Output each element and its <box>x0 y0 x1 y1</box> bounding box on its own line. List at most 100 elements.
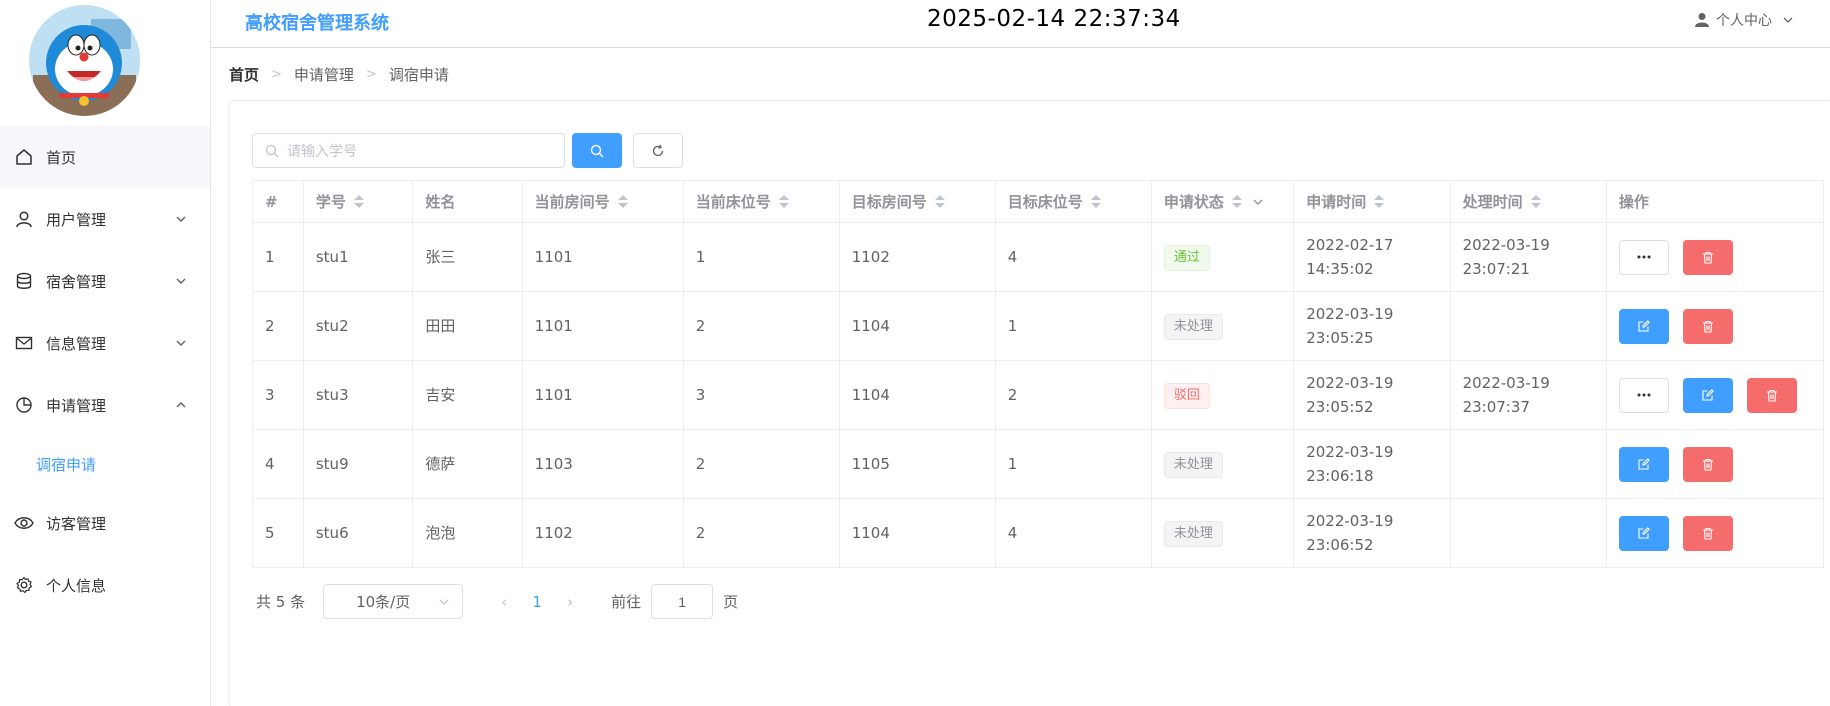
edit-icon <box>1702 389 1714 401</box>
chevron-down-icon <box>1783 17 1793 23</box>
cell-student-id: stu9 <box>303 429 414 499</box>
column-header-student-id[interactable]: 学号 <box>303 180 414 223</box>
edit-button[interactable] <box>1618 308 1669 344</box>
delete-button[interactable] <box>1746 377 1797 413</box>
sidebar-item-label: 首页 <box>46 148 77 167</box>
sidebar-item-dorms[interactable]: 宿舍管理 <box>0 250 210 312</box>
clock-display: 2025-02-14 22:37:34 <box>927 6 1181 32</box>
doraemon-avatar-image <box>29 5 140 116</box>
column-header-index: # <box>252 180 304 223</box>
sidebar-item-applications[interactable]: 申请管理 <box>0 374 210 436</box>
cell-actions <box>1606 222 1825 292</box>
cell-process-time <box>1450 498 1607 568</box>
cell-index: 5 <box>252 498 304 568</box>
search-input[interactable] <box>287 142 547 159</box>
edit-icon <box>1638 320 1650 332</box>
sort-caret-icon[interactable] <box>1374 195 1385 208</box>
edit-icon <box>1638 458 1650 470</box>
cell-current-bed: 2 <box>683 498 840 568</box>
sort-caret-icon[interactable] <box>778 195 789 208</box>
filter-chevron-icon[interactable] <box>1252 196 1264 208</box>
delete-button[interactable] <box>1682 446 1733 482</box>
sidebar-item-profile[interactable]: 个人信息 <box>0 554 210 616</box>
column-header-current-bed[interactable]: 当前床位号 <box>683 180 840 223</box>
refresh-icon <box>652 144 664 156</box>
avatar <box>29 5 140 116</box>
cell-target-bed: 1 <box>995 291 1152 361</box>
reset-button[interactable] <box>633 133 683 168</box>
column-header-process-time[interactable]: 处理时间 <box>1450 180 1607 223</box>
breadcrumb-separator-icon: > <box>365 67 377 82</box>
status-badge: 未处理 <box>1163 520 1223 547</box>
mail-icon <box>14 333 34 353</box>
applications-table: # 学号 姓名 当前房间号 当前床位号 目标房间号 目标床位号 申请状态 申请时… <box>252 180 1825 568</box>
sidebar-subitem-label: 调宿申请 <box>36 455 97 474</box>
more-icon <box>1637 255 1651 259</box>
cell-student-id: stu2 <box>303 291 414 361</box>
next-page-button[interactable]: › <box>555 593 585 611</box>
sidebar-item-info[interactable]: 信息管理 <box>0 312 210 374</box>
sort-caret-icon[interactable] <box>353 195 364 208</box>
prev-page-button[interactable]: ‹ <box>489 593 519 611</box>
cell-target-bed: 1 <box>995 429 1152 499</box>
trash-icon <box>1702 320 1713 333</box>
breadcrumb-home[interactable]: 首页 <box>229 64 259 85</box>
column-header-apply-time[interactable]: 申请时间 <box>1293 180 1451 223</box>
cell-index: 4 <box>252 429 304 499</box>
breadcrumb-current: 调宿申请 <box>388 66 449 84</box>
user-avatar-icon <box>1695 13 1709 27</box>
edit-button[interactable] <box>1682 377 1733 413</box>
cell-current-bed: 1 <box>683 222 840 292</box>
more-button[interactable] <box>1618 377 1669 413</box>
sort-caret-icon[interactable] <box>934 195 945 208</box>
user-center-dropdown[interactable]: 个人中心 <box>1694 10 1800 30</box>
page-number-current[interactable]: 1 <box>519 593 555 611</box>
chevron-down-icon <box>176 340 186 346</box>
sidebar-item-label: 访客管理 <box>46 514 107 533</box>
more-button[interactable] <box>1618 239 1669 275</box>
cell-target-room: 1104 <box>839 360 996 430</box>
edit-button[interactable] <box>1618 515 1669 551</box>
column-header-name: 姓名 <box>412 180 523 223</box>
cell-status: 驳回 <box>1151 360 1295 430</box>
cell-current-bed: 2 <box>683 291 840 361</box>
status-badge: 未处理 <box>1163 313 1223 340</box>
sidebar: 首页 用户管理 宿舍管理 信息管理 申请管理 调宿申请 访客管理 个人信息 <box>0 0 211 706</box>
pie-chart-icon <box>14 395 34 415</box>
column-header-target-room[interactable]: 目标房间号 <box>839 180 996 223</box>
status-badge: 未处理 <box>1163 451 1223 478</box>
delete-button[interactable] <box>1682 308 1733 344</box>
delete-button[interactable] <box>1682 515 1733 551</box>
sort-caret-icon[interactable] <box>617 195 628 208</box>
goto-page-input[interactable] <box>651 584 714 619</box>
sort-caret-icon[interactable] <box>1090 195 1101 208</box>
more-icon <box>1637 393 1651 397</box>
trash-icon <box>1766 389 1777 402</box>
chevron-up-icon <box>176 402 186 408</box>
cell-apply-time: 2022-03-19 23:05:52 <box>1293 360 1451 430</box>
column-header-current-room[interactable]: 当前房间号 <box>522 180 684 223</box>
gear-icon <box>14 575 34 595</box>
page-size-select[interactable]: 10条/页 <box>323 584 464 619</box>
edit-button[interactable] <box>1618 446 1669 482</box>
cell-process-time: 2022-03-19 23:07:37 <box>1450 360 1607 430</box>
sidebar-subitem-dorm-change[interactable]: 调宿申请 <box>0 436 210 492</box>
sidebar-item-visitors[interactable]: 访客管理 <box>0 492 210 554</box>
search-button[interactable] <box>572 133 622 168</box>
sidebar-item-users[interactable]: 用户管理 <box>0 188 210 250</box>
sidebar-item-label: 个人信息 <box>46 576 107 595</box>
table-row: 5 stu6 泡泡 1102 2 1104 4 未处理 2022-03-19 2… <box>252 498 1825 568</box>
sort-caret-icon[interactable] <box>1231 195 1242 208</box>
cell-actions <box>1606 291 1825 361</box>
sort-caret-icon[interactable] <box>1530 195 1541 208</box>
database-icon <box>14 271 34 291</box>
column-header-target-bed[interactable]: 目标床位号 <box>995 180 1152 223</box>
delete-button[interactable] <box>1682 239 1733 275</box>
column-header-status[interactable]: 申请状态 <box>1151 180 1295 223</box>
search-field[interactable] <box>252 133 565 168</box>
cell-status: 未处理 <box>1151 498 1295 568</box>
sidebar-item-home[interactable]: 首页 <box>0 126 210 188</box>
cell-actions <box>1606 360 1825 430</box>
cell-current-room: 1101 <box>522 222 684 292</box>
chevron-down-icon <box>176 278 186 284</box>
